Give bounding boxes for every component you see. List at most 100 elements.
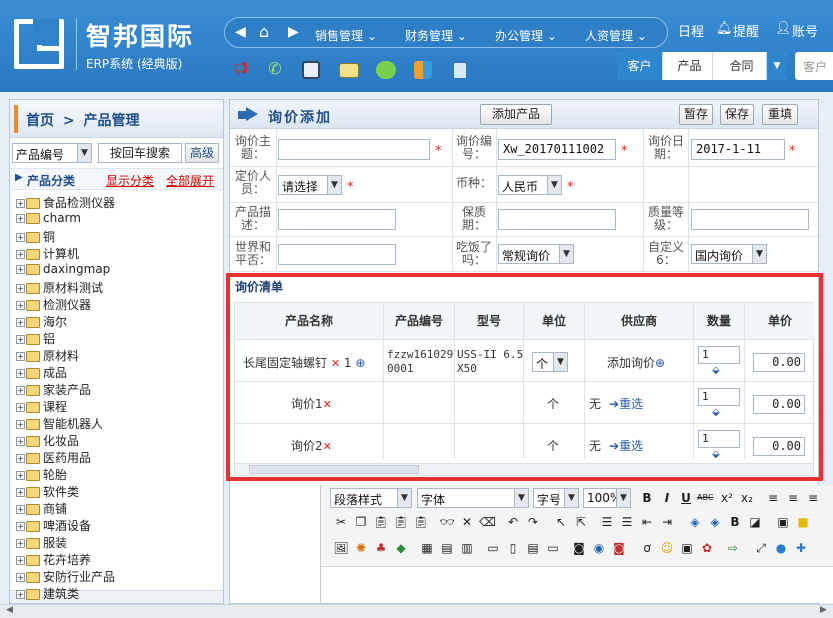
expand-plus-icon[interactable]: + <box>16 590 25 599</box>
eraser-icon[interactable]: ⌫ <box>479 514 496 530</box>
person-select[interactable]: 请选择 ▼ <box>278 175 342 195</box>
remove-icon[interactable]: ✕ <box>323 398 332 411</box>
tree-item[interactable]: + 商铺 <box>16 500 67 517</box>
tree-item[interactable]: + 软件类 <box>16 483 79 500</box>
expand-plus-icon[interactable]: + <box>16 454 25 463</box>
tree-item[interactable]: + 检测仪器 <box>16 296 91 313</box>
frame-icon[interactable]: ▣ <box>775 514 791 530</box>
expand-plus-icon[interactable]: + <box>16 488 25 497</box>
text-color-icon[interactable]: ◈ <box>687 514 703 530</box>
format-brush-icon[interactable]: ◪ <box>747 514 763 530</box>
nav-sales[interactable]: 销售管理 ⌄ <box>315 27 377 44</box>
custom6-select[interactable]: 国内询价 ▼ <box>691 244 767 264</box>
editor-body[interactable] <box>321 568 833 603</box>
tree-item[interactable]: + 医药用品 <box>16 449 91 466</box>
cut-icon[interactable]: ✂ <box>333 514 349 530</box>
snippet-icon[interactable]: ✿ <box>699 540 715 556</box>
indent-icon[interactable]: ⇥ <box>659 514 675 530</box>
expand-plus-icon[interactable]: + <box>16 369 25 378</box>
expand-plus-icon[interactable]: + <box>16 539 25 548</box>
doc-icon[interactable]: ▯ <box>505 540 521 556</box>
price-input[interactable]: 0.00 <box>753 437 805 456</box>
nav-office[interactable]: 办公管理 ⌄ <box>495 27 557 44</box>
tab-customer[interactable]: 客户 <box>617 52 663 80</box>
peace-input[interactable] <box>278 244 396 265</box>
expand-plus-icon[interactable]: + <box>16 318 25 327</box>
advanced-search-button[interactable]: 高级 <box>185 143 219 163</box>
table-row-icon[interactable]: ▤ <box>439 540 455 556</box>
flash-icon[interactable]: ✺ <box>353 540 369 556</box>
tree-item[interactable]: + daxingmap <box>16 262 110 279</box>
tree-item[interactable]: + 课程 <box>16 398 67 415</box>
search-input[interactable]: 按回车搜索 <box>98 143 182 163</box>
superscript-icon[interactable]: x² <box>719 490 735 506</box>
align-left-icon[interactable]: ≡ <box>765 490 781 506</box>
bg-color-icon[interactable]: ◈ <box>707 514 723 530</box>
reselect-link[interactable]: ➔重选 <box>609 395 643 412</box>
notes-icon[interactable] <box>452 61 468 80</box>
header-search-input[interactable]: 客户 <box>795 52 833 80</box>
quantity-input[interactable]: 1 <box>698 346 740 364</box>
tree-item[interactable]: + 化妆品 <box>16 432 79 449</box>
expand-plus-icon[interactable]: + <box>16 335 25 344</box>
underline-icon[interactable]: U <box>678 490 694 506</box>
remove-icon[interactable]: ✕ <box>323 440 332 453</box>
reselect-link[interactable]: ➔重选 <box>609 437 643 454</box>
expand-plus-icon[interactable]: + <box>16 403 25 412</box>
bell-icon[interactable]: 🔔︎ <box>716 21 733 36</box>
add-icon[interactable]: ⊕ <box>355 356 365 370</box>
tree-item[interactable]: + 建筑类 <box>16 585 79 602</box>
font-size-select[interactable]: 字号 ▼ <box>533 488 579 508</box>
expand-plus-icon[interactable]: + <box>16 199 25 208</box>
expand-plus-icon[interactable]: + <box>16 352 25 361</box>
mail-icon[interactable] <box>339 63 359 78</box>
price-input[interactable]: 0.00 <box>753 353 805 372</box>
back-arrow-icon[interactable]: ◀ <box>235 24 246 40</box>
expand-plus-icon[interactable]: + <box>16 522 25 531</box>
remind-link[interactable]: 提醒 <box>733 21 759 40</box>
quantity-stepper-icon[interactable]: ⬙ <box>712 407 720 418</box>
tree-item[interactable]: + 铜 <box>16 228 55 245</box>
expand-plus-icon[interactable]: + <box>16 437 25 446</box>
tree-item[interactable]: + 成品 <box>16 364 67 381</box>
account-link[interactable]: 账号 <box>792 21 818 40</box>
paste-text-icon[interactable]: 📋︎ <box>393 514 409 530</box>
font-select[interactable]: 字体 ▼ <box>417 488 529 508</box>
expand-plus-icon[interactable]: + <box>16 301 25 310</box>
highlight-icon[interactable]: ■ <box>795 514 811 530</box>
quantity-input[interactable]: 1 <box>698 388 740 406</box>
save-button[interactable]: 保存 <box>720 104 754 125</box>
nav-hr[interactable]: 人资管理 ⌄ <box>585 27 647 44</box>
refill-button[interactable]: 重填 <box>762 104 798 125</box>
form-icon[interactable]: ▤ <box>525 540 541 556</box>
page-scrollbar[interactable]: ◀ ▶ <box>0 604 833 618</box>
expand-all-link[interactable]: 全部展开 <box>166 172 214 189</box>
image-icon[interactable]: 🖼︎ <box>333 540 349 556</box>
select-icon[interactable]: ⇱ <box>573 514 589 530</box>
bold-icon[interactable]: B <box>639 490 655 506</box>
table-scrollbar[interactable] <box>235 463 813 475</box>
table-col-icon[interactable]: ▥ <box>459 540 475 556</box>
smiley-icon[interactable]: ☺ <box>659 540 675 556</box>
fullscreen-icon[interactable]: ⤢ <box>753 540 769 556</box>
align-right-icon[interactable]: ≡ <box>805 490 821 506</box>
tab-product[interactable]: 产品 <box>667 52 713 80</box>
unit-select[interactable]: 个 ▼ <box>532 352 568 372</box>
scroll-right-icon[interactable]: ▶ <box>820 605 827 615</box>
quantity-stepper-icon[interactable]: ⬙ <box>712 449 720 460</box>
forward-arrow-icon[interactable]: ▶ <box>288 24 299 40</box>
expand-plus-icon[interactable]: + <box>16 265 25 274</box>
tree-item[interactable]: + 食品检测仪器 <box>16 194 115 211</box>
style-icon[interactable]: B <box>727 514 743 530</box>
paste-word-icon[interactable]: 📋︎ <box>413 514 429 530</box>
quantity-input[interactable]: 1 <box>698 430 740 448</box>
apps-icon[interactable] <box>414 61 432 79</box>
nav-finance[interactable]: 财务管理 ⌄ <box>405 27 467 44</box>
paragraph-style-select[interactable]: 段落样式 ▼ <box>330 488 412 508</box>
scroll-left-icon[interactable]: ◀ <box>6 605 13 615</box>
italic-icon[interactable]: I <box>659 490 675 506</box>
calendar-link[interactable]: 日程 <box>678 21 704 40</box>
media-icon[interactable]: ♣ <box>373 540 389 556</box>
expand-plus-icon[interactable]: + <box>16 420 25 429</box>
expand-plus-icon[interactable]: + <box>16 471 25 480</box>
